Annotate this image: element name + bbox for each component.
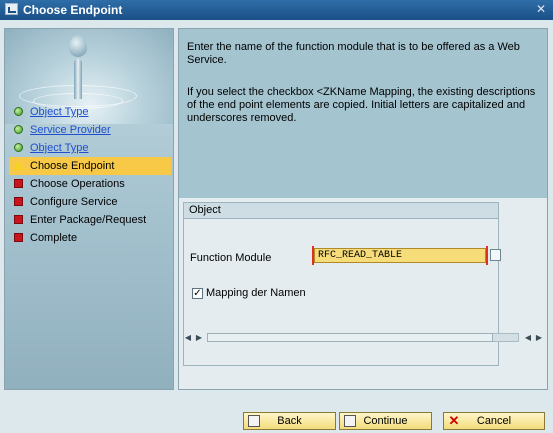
back-button-label: Back	[277, 415, 302, 427]
mapping-checkbox[interactable]: ✓	[192, 288, 203, 299]
step-service-provider[interactable]: Service Provider	[9, 121, 171, 139]
step-label[interactable]: Object Type	[30, 142, 89, 154]
scroll-left-icon[interactable]: ◀	[523, 331, 533, 344]
cancel-button[interactable]: ✕ Cancel	[443, 412, 545, 430]
splash-icon	[74, 59, 82, 99]
step-configure-service: Configure Service	[9, 193, 171, 211]
continue-icon	[344, 415, 356, 427]
green-circle-icon	[14, 125, 23, 134]
step-label[interactable]: Object Type	[30, 106, 89, 118]
step-object-type-1[interactable]: Object Type	[9, 103, 171, 121]
horizontal-scrollbar[interactable]: ◀ ▶ ◀ ▶	[183, 331, 545, 344]
close-icon[interactable]: ✕	[534, 3, 548, 16]
continue-button-label: Continue	[363, 415, 408, 427]
mapping-checkbox-label: Mapping der Namen	[206, 287, 306, 299]
back-icon	[248, 415, 260, 427]
window-title: Choose Endpoint	[23, 3, 123, 17]
red-square-icon	[14, 179, 23, 188]
instruction-text: Enter the name of the function module th…	[187, 41, 520, 66]
continue-button[interactable]: Continue	[339, 412, 432, 430]
step-choose-operations: Choose Operations	[9, 175, 171, 193]
step-label[interactable]: Service Provider	[30, 124, 111, 136]
step-label: Choose Operations	[30, 178, 125, 190]
step-choose-endpoint: Choose Endpoint	[9, 157, 171, 175]
title-bar: Choose Endpoint ✕	[0, 0, 553, 20]
drop-icon	[69, 35, 87, 57]
step-complete: Complete	[9, 229, 171, 247]
red-square-icon	[14, 233, 23, 242]
function-module-label: Function Module	[190, 252, 272, 264]
red-square-icon	[14, 197, 23, 206]
content-panel: Enter the name of the function module th…	[178, 28, 548, 390]
scroll-right-icon[interactable]: ▶	[194, 331, 204, 344]
scroll-right-icon[interactable]: ▶	[534, 331, 544, 344]
red-square-icon	[14, 215, 23, 224]
function-module-input[interactable]: RFC_READ_TABLE	[312, 246, 488, 265]
wizard-steps-panel: Object Type Service Provider Object Type…	[4, 28, 174, 390]
back-button[interactable]: Back	[243, 412, 336, 430]
instruction-panel: Enter the name of the function module th…	[179, 29, 547, 198]
green-circle-icon	[14, 107, 23, 116]
step-enter-package-request: Enter Package/Request	[9, 211, 171, 229]
group-title: Object	[184, 203, 498, 219]
scroll-thumb[interactable]	[207, 333, 493, 342]
cancel-button-label: Cancel	[476, 415, 512, 427]
value-help-icon[interactable]	[490, 249, 501, 261]
step-label: Choose Endpoint	[30, 160, 115, 172]
step-label: Configure Service	[30, 196, 118, 208]
window-icon	[5, 3, 18, 15]
scroll-left-icon[interactable]: ◀	[183, 331, 193, 344]
step-list: Object Type Service Provider Object Type…	[9, 103, 171, 247]
step-object-type-2[interactable]: Object Type	[9, 139, 171, 157]
step-label: Complete	[30, 232, 78, 244]
step-label: Enter Package/Request	[30, 214, 147, 226]
green-circle-icon	[14, 143, 23, 152]
cancel-icon: ✕	[448, 413, 460, 428]
instruction-text-mapping: If you select the checkbox <ZKName Mappi…	[187, 86, 536, 124]
yellow-triangle-icon	[13, 161, 23, 170]
